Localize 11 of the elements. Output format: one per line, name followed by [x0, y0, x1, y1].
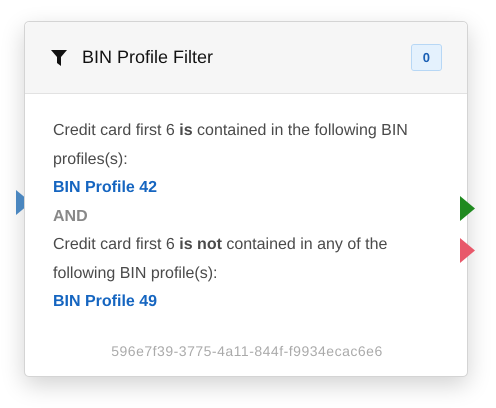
profile-link[interactable]: BIN Profile 49	[53, 288, 158, 316]
count-badge: 0	[410, 44, 442, 72]
filter-icon	[50, 48, 68, 66]
node-title: BIN Profile Filter	[82, 46, 214, 69]
port-marker[interactable]	[460, 238, 475, 263]
condition-text: Credit card first 6 is not contained in any of the following BIN profile(s):	[53, 235, 388, 284]
profile-link[interactable]: BIN Profile 42	[53, 174, 158, 202]
operator-label: AND	[53, 206, 88, 226]
condition-text: Credit card first 6 is contained in the following BIN profiles(s):	[53, 121, 409, 170]
port-marker[interactable]	[460, 196, 475, 221]
node-id: 596e7f39-3775-4a11-844f-f9934ecac6e6	[111, 342, 383, 360]
